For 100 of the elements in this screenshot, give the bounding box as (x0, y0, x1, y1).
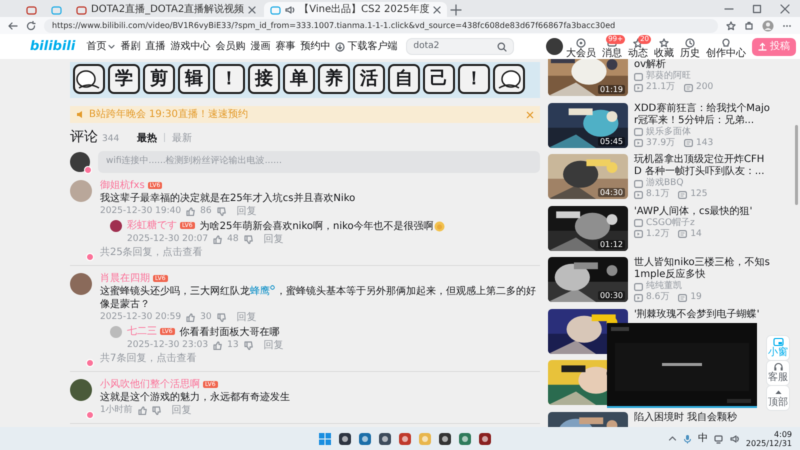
address-bar[interactable]: https://www.bilibili.com/video/BV1R6vyBiE33/?spm_id_from=333.1007.tianma.1-1-1.click&vd_source=438fc608de83d67f66867fa3bacc30ed (44, 18, 718, 32)
profile-icon[interactable] (762, 20, 774, 32)
search-field[interactable]: dota2 (406, 38, 514, 55)
avatar[interactable] (70, 152, 90, 172)
speaker-icon[interactable] (285, 4, 296, 14)
comment-count-icon (684, 84, 694, 92)
close-icon[interactable] (433, 6, 442, 14)
avatar[interactable] (70, 378, 92, 401)
browser-tab[interactable]: 【Vine出品】CS2 2025年度 (264, 2, 448, 17)
nav-link[interactable]: 首页 (86, 40, 116, 52)
app-icon[interactable] (338, 432, 352, 446)
dislike-icon[interactable] (216, 312, 226, 322)
dislike-icon[interactable] (216, 206, 226, 216)
volume-icon[interactable] (730, 434, 740, 444)
sticker-character: 养 (318, 64, 350, 94)
comment-count: 200 (696, 82, 714, 93)
input-method-indicator[interactable]: 中 (698, 432, 708, 444)
close-icon[interactable] (780, 4, 790, 14)
duration-label: 00:30 (598, 291, 625, 300)
nav-link[interactable]: 游戏中心 (170, 40, 210, 52)
app-icon[interactable] (398, 432, 412, 446)
lightbulb-icon (721, 38, 731, 48)
comment-text: 你看看封面板大哥在哪 (180, 326, 280, 339)
chevron-up-icon[interactable] (668, 434, 677, 443)
new-tab-icon[interactable] (449, 3, 464, 17)
header-action[interactable]: 历史 (680, 34, 703, 58)
like-count: 30 (200, 310, 212, 324)
microphone-icon[interactable] (682, 434, 692, 444)
sticker-character: 自 (388, 64, 420, 94)
user-avatar[interactable] (546, 38, 563, 55)
like-count: 13 (227, 338, 239, 352)
sort-tab[interactable]: 最热 (137, 133, 158, 145)
duration-label: 01:12 (598, 240, 625, 248)
header-action[interactable]: 大会员 (566, 34, 599, 58)
nav-link[interactable]: 赛事 (275, 40, 296, 52)
like-icon[interactable] (213, 234, 222, 244)
video-title[interactable]: 世人皆知niko三楼三枪，不知s1mple反应多快 (634, 257, 770, 281)
comment-time: 2025-12-30 20:59 (100, 310, 182, 324)
app-icon[interactable] (358, 432, 372, 446)
search-icon[interactable] (270, 284, 276, 291)
header-action[interactable]: 创作中心 (706, 34, 749, 58)
dislike-icon[interactable] (244, 234, 253, 244)
nav-link[interactable]: 预约中 (300, 40, 330, 52)
sticker-character: 学 (108, 64, 140, 94)
search-icon[interactable] (497, 42, 508, 52)
side-button[interactable]: 顶部 (766, 385, 790, 411)
windows-start-icon[interactable] (318, 432, 332, 446)
sticker-icon (493, 64, 525, 94)
vip-badge-icon (86, 410, 94, 419)
tab-favicon-icon (76, 4, 87, 14)
app-icon[interactable] (378, 432, 392, 446)
section-title: 评论 (70, 129, 98, 146)
nav-link[interactable]: 直播 (145, 40, 166, 52)
vip-badge-icon (86, 358, 94, 367)
like-icon[interactable] (138, 406, 147, 415)
play-count-icon (634, 190, 643, 198)
duration-label: 04:30 (598, 188, 625, 197)
video-title[interactable]: 'AWP人间体，cs最快的狙' (634, 206, 770, 218)
video-title[interactable]: '荆棘玫瑰不会梦到电子蝴蝶' (634, 308, 770, 320)
like-icon[interactable] (213, 340, 222, 350)
nav-link[interactable]: 番剧 (120, 40, 140, 52)
nav-link[interactable]: 会员购 (215, 40, 246, 52)
comment-count: 14 (690, 228, 702, 240)
app-icon[interactable] (438, 432, 452, 446)
side-button[interactable]: 客服 (766, 360, 790, 386)
sticker-character: 剪 (143, 64, 175, 94)
duration-label: 05:45 (598, 136, 625, 146)
comment-text: 为啥25年萌新会喜欢niko啊，niko今年也不是很强啊 (200, 220, 445, 233)
avatar[interactable] (70, 272, 92, 295)
like-icon[interactable] (186, 312, 196, 322)
speaker-icon (76, 110, 85, 119)
close-icon[interactable] (248, 6, 256, 14)
app-icon[interactable] (478, 432, 492, 446)
vip-badge-icon (86, 252, 94, 261)
header-action[interactable]: 收藏 (654, 34, 677, 58)
play-count: 1.2万 (646, 228, 670, 240)
sticker-character: 己 (423, 64, 455, 94)
vip-badge-icon (84, 166, 92, 174)
sticker-character: 接 (248, 64, 280, 94)
tab-favicon-icon (51, 4, 62, 14)
sticker-character: ！ (213, 64, 245, 94)
clock[interactable]: 4:09 2025/12/31 (746, 430, 792, 448)
back-icon[interactable] (8, 20, 18, 30)
like-count: 86 (200, 204, 212, 218)
nav-link[interactable]: 漫画 (250, 40, 270, 52)
sticker-icon (73, 64, 105, 94)
comment-count-icon (678, 230, 688, 238)
browser-tab[interactable]: DOTA2直播_DOTA2直播解说视频 (70, 2, 262, 17)
comment-count: 344 (102, 134, 120, 145)
like-icon[interactable] (186, 206, 196, 216)
scrollbar[interactable] (795, 125, 798, 205)
play-count-icon (634, 139, 643, 147)
avatar[interactable] (110, 220, 122, 232)
video-title[interactable]: ov解析 (634, 59, 770, 71)
dislike-icon[interactable] (152, 406, 161, 415)
dislike-icon[interactable] (244, 340, 253, 350)
maximize-icon[interactable] (752, 4, 762, 14)
refresh-icon[interactable] (26, 20, 36, 30)
star-icon[interactable] (726, 20, 736, 30)
nav-link[interactable]: 下载客户端 (335, 40, 398, 52)
